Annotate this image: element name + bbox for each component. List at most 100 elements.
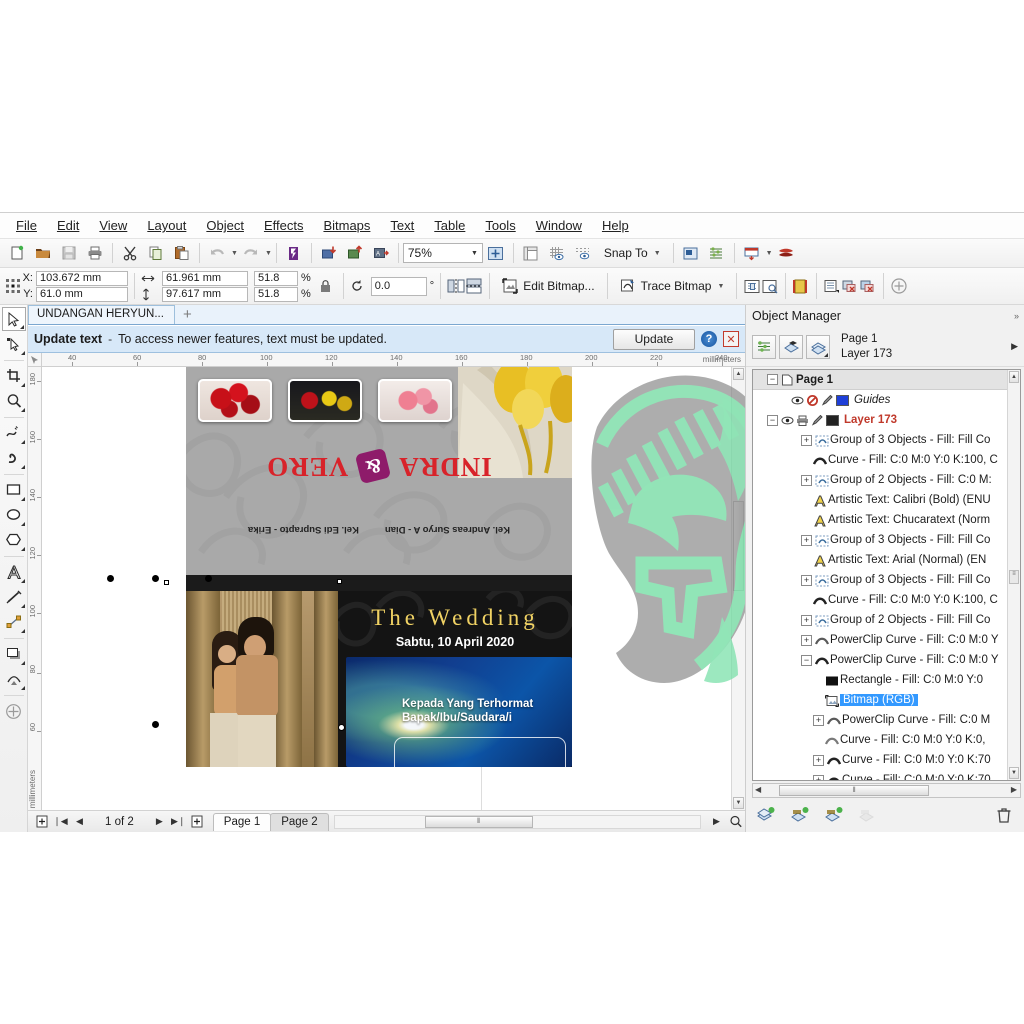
tree-row-object[interactable]: + Curve - Fill: C:0 M:0 Y:0 K:70	[753, 770, 1020, 780]
tree-row-object[interactable]: Curve - Fill: C:0 M:0 Y:0 K:0,	[753, 730, 1020, 750]
expand-expander-icon[interactable]: +	[801, 434, 812, 446]
expand-expander-icon[interactable]: +	[801, 474, 812, 486]
crop-tool-flyout-icon[interactable]	[20, 383, 25, 387]
export-icon[interactable]	[342, 241, 368, 265]
page-tab-2[interactable]: Page 2	[270, 812, 329, 831]
pick-tool[interactable]	[1, 307, 26, 331]
save-icon[interactable]	[56, 241, 82, 265]
edit-bitmap-button[interactable]: Edit Bitmap...	[496, 278, 600, 294]
fullscreen-preview-icon[interactable]	[483, 241, 509, 265]
rotation-angle-input[interactable]: 0.0	[370, 276, 427, 296]
add-page-before-icon[interactable]	[32, 813, 51, 831]
expand-expander-icon[interactable]: +	[813, 774, 824, 780]
chevron-down-icon[interactable]: ▼	[766, 250, 773, 257]
scroll-up-icon[interactable]: ▲	[1009, 371, 1019, 383]
shadow-tool-flyout-icon[interactable]	[20, 661, 25, 665]
scroll-left-icon[interactable]: ◀	[755, 785, 761, 794]
collapse-expander-icon[interactable]: −	[767, 374, 778, 385]
expand-expander-icon[interactable]: +	[813, 714, 824, 726]
shadow-tool[interactable]	[2, 642, 26, 666]
menu-file[interactable]: File	[6, 215, 47, 236]
tree-row-bitmap-selected[interactable]: Bitmap (RGB)	[753, 690, 1020, 710]
scale-vertical-input[interactable]: 51.8	[254, 286, 298, 302]
layer-manager-view-icon[interactable]	[806, 334, 830, 359]
edit-pen-icon[interactable]	[811, 414, 824, 426]
last-page-button[interactable]: ▶❘	[169, 813, 188, 831]
zoom-tool[interactable]	[2, 389, 26, 413]
page-tab-1[interactable]: Page 1	[212, 812, 272, 831]
object-width-input[interactable]: 61.961 mm	[162, 270, 248, 286]
menu-bitmaps[interactable]: Bitmaps	[313, 215, 380, 236]
remove-back-icon[interactable]	[859, 278, 877, 295]
transparency-tool[interactable]	[2, 667, 26, 691]
zoom-level-combo[interactable]: 75% ▼	[402, 243, 483, 263]
tree-row-object[interactable]: Artistic Text: Chucaratext (Norm	[753, 510, 1020, 530]
tree-scroll-thumb[interactable]: ≡	[1009, 570, 1019, 584]
options-icon[interactable]	[678, 241, 704, 265]
tree-horizontal-scroll-thumb[interactable]: ⦀	[779, 785, 929, 796]
print-icon[interactable]	[82, 241, 108, 265]
selection-handle-small[interactable]	[164, 580, 169, 585]
dimension-tool[interactable]	[2, 585, 26, 609]
scroll-right-icon[interactable]: ▶	[1011, 785, 1017, 794]
tree-row-object[interactable]: + PowerClip Curve - Fill: C:0 M	[753, 710, 1020, 730]
canvas-horizontal-scroll-thumb[interactable]: ⦀	[424, 815, 533, 828]
expand-expander-icon[interactable]: +	[801, 534, 812, 546]
selection-handle-top-mid[interactable]	[205, 575, 212, 582]
tree-row-object[interactable]: + Curve - Fill: C:0 M:0 Y:0 K:70	[753, 750, 1020, 770]
tree-row-object[interactable]: Artistic Text: Arial (Normal) (EN	[753, 550, 1020, 570]
tree-row-guides-layer[interactable]: Guides	[753, 390, 1020, 410]
close-icon[interactable]: ✕	[723, 331, 739, 347]
open-document-icon[interactable]	[30, 241, 56, 265]
connector-tool-flyout-icon[interactable]	[20, 629, 25, 633]
x-position-input[interactable]: 103.672 mm	[36, 270, 128, 286]
redo-icon[interactable]	[238, 241, 264, 265]
ellipse-tool-flyout-icon[interactable]	[20, 522, 25, 526]
chevron-down-icon[interactable]: ▼	[717, 283, 724, 290]
polygon-tool-flyout-icon[interactable]	[20, 547, 25, 551]
cut-icon[interactable]	[117, 241, 143, 265]
show-guidelines-icon[interactable]	[570, 241, 596, 265]
undo-icon[interactable]	[204, 241, 230, 265]
tree-row-object[interactable]: + Group of 2 Objects - Fill: C:0 M:	[753, 470, 1020, 490]
expand-expander-icon[interactable]: +	[813, 754, 824, 766]
menu-tools[interactable]: Tools	[475, 215, 525, 236]
help-icon[interactable]: ?	[701, 331, 717, 347]
add-page-after-icon[interactable]	[188, 813, 207, 831]
new-master-layer-even-icon[interactable]	[824, 806, 844, 824]
rectangle-tool[interactable]	[2, 478, 26, 502]
undo-dropdown-icon[interactable]: ▼	[231, 250, 238, 257]
selection-handle-mid[interactable]	[338, 724, 345, 731]
menu-text[interactable]: Text	[380, 215, 424, 236]
text-tool-flyout-icon[interactable]	[20, 579, 25, 583]
import-from-screen-icon[interactable]	[739, 241, 765, 265]
zoom-status-icon[interactable]	[726, 813, 745, 831]
update-button[interactable]: Update	[613, 328, 695, 350]
scroll-down-icon[interactable]: ▼	[733, 797, 744, 809]
selection-handle-left-top[interactable]	[152, 575, 159, 582]
zoom-tool-flyout-icon[interactable]	[20, 408, 25, 412]
tree-row-object[interactable]: + Group of 3 Objects - Fill: Fill Co	[753, 530, 1020, 550]
invitation-artwork[interactable]: INDRA & VERO Kel. Andreas Suryo A - Dian…	[186, 367, 572, 767]
text-tool[interactable]	[2, 560, 26, 584]
horizontal-ruler[interactable]: 40 60 80 100 120 140 160 180 200 220 240	[42, 353, 745, 367]
publish-pdf-icon[interactable]: A	[368, 241, 394, 265]
scroll-right-icon[interactable]: ▶	[707, 813, 726, 831]
new-document-icon[interactable]	[4, 241, 30, 265]
pick-tool-flyout-icon[interactable]	[19, 325, 24, 329]
tree-row-object[interactable]: + Group of 3 Objects - Fill: Fill Co	[753, 430, 1020, 450]
lock-ratio-icon[interactable]	[319, 279, 337, 294]
remove-front-icon[interactable]	[841, 278, 859, 295]
eye-icon[interactable]	[791, 395, 804, 406]
selection-handle-far-left[interactable]	[107, 575, 114, 582]
collapse-docker-icon[interactable]: »	[1014, 311, 1019, 321]
delete-icon[interactable]	[994, 806, 1014, 824]
mirror-vertical-icon[interactable]	[465, 278, 483, 294]
menu-edit[interactable]: Edit	[47, 215, 89, 236]
chevron-down-icon[interactable]: ▼	[471, 250, 478, 257]
menu-window[interactable]: Window	[526, 215, 592, 236]
collapse-expander-icon[interactable]: −	[801, 654, 812, 666]
object-height-input[interactable]: 97.617 mm	[162, 286, 248, 302]
tree-row-object[interactable]: Rectangle - Fill: C:0 M:0 Y:0	[753, 670, 1020, 690]
tree-row-object[interactable]: + PowerClip Curve - Fill: C:0 M:0 Y	[753, 630, 1020, 650]
